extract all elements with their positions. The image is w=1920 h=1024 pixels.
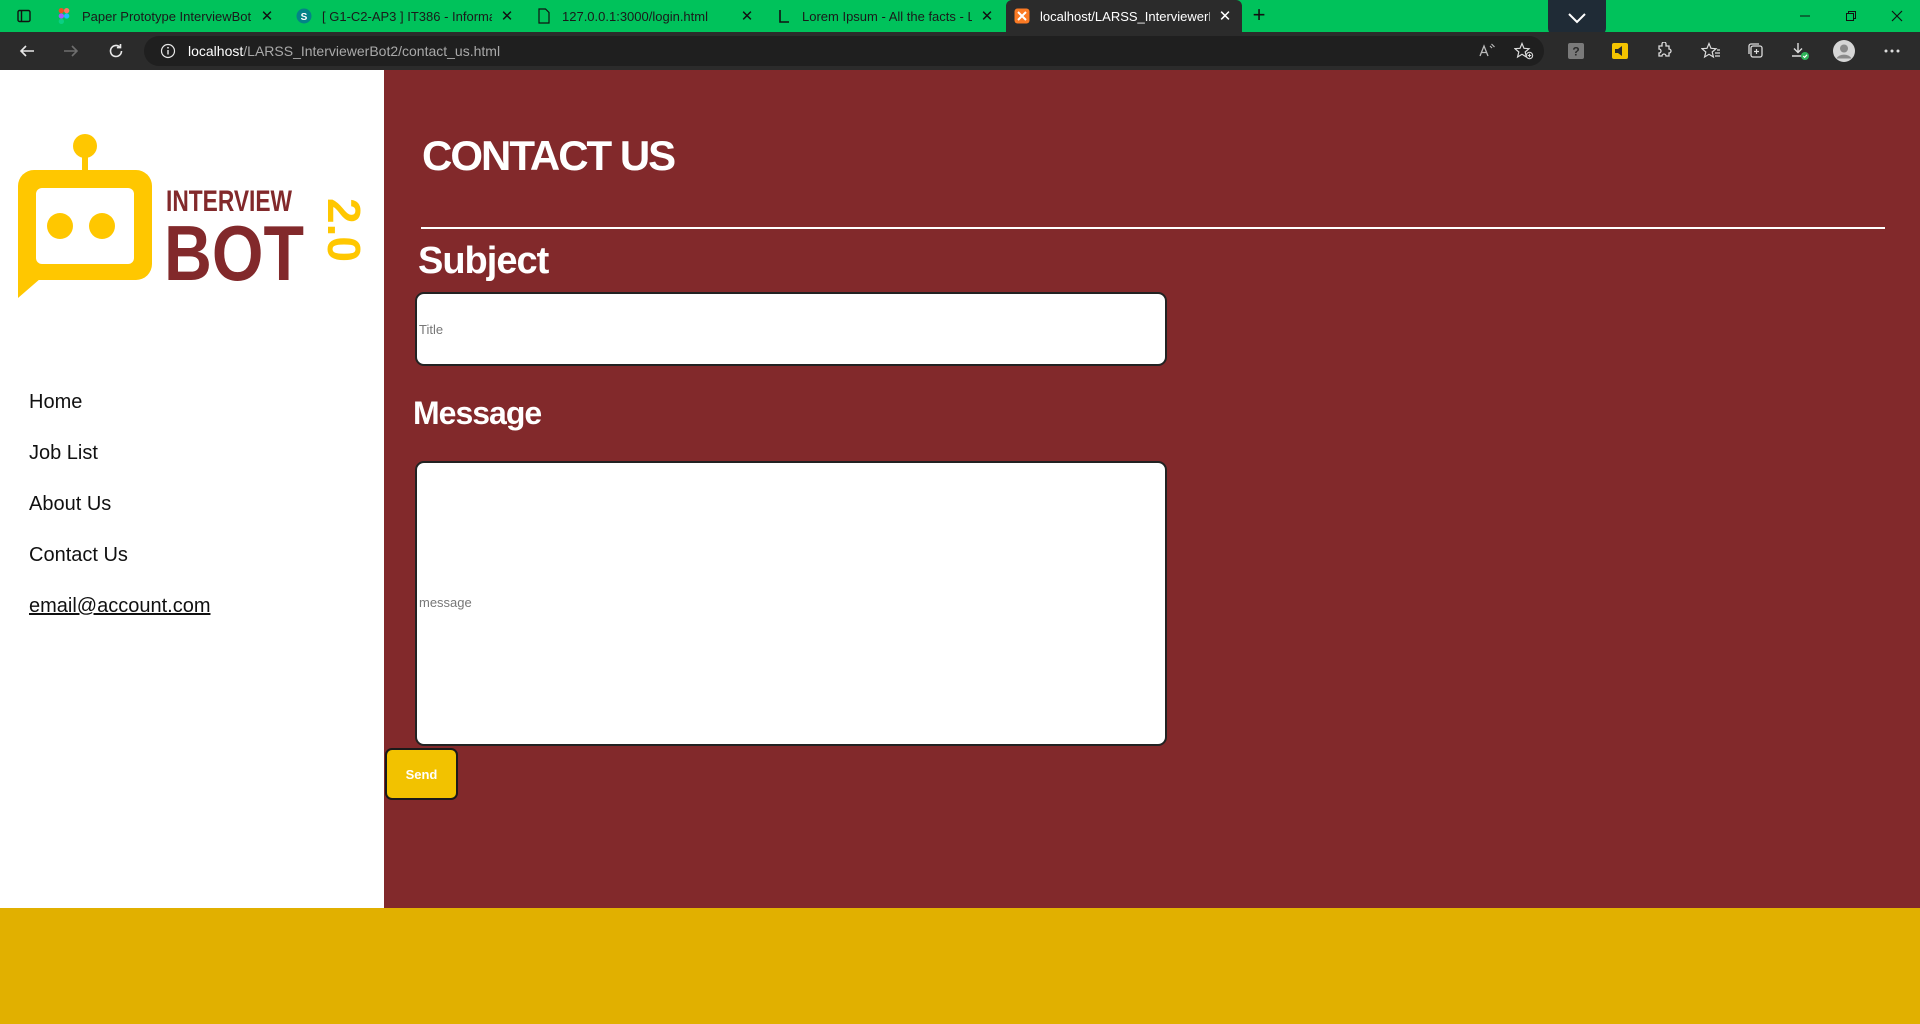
subject-label: Subject <box>418 240 549 282</box>
tab-title: Lorem Ipsum - All the facts - Lip <box>802 8 972 24</box>
browser-tab-bar: Paper Prototype InterviewBot - F ✕ S [ G… <box>0 0 1920 36</box>
tab-title: [ G1-C2-AP3 ] IT386 - Informatio <box>322 8 492 24</box>
read-aloud-icon[interactable] <box>1476 39 1500 63</box>
profile-avatar-icon[interactable] <box>1832 39 1856 63</box>
tab-actions-icon <box>17 9 31 23</box>
tab-actions-button[interactable] <box>6 0 42 32</box>
nav-link-job-list[interactable]: Job List <box>29 441 210 465</box>
tab-login[interactable]: 127.0.0.1:3000/login.html ✕ <box>528 0 764 32</box>
robot-eye-left <box>47 213 73 239</box>
tab-contact-us[interactable]: localhost/LARSS_InterviewerBot2 ✕ <box>1006 0 1242 32</box>
nav-link-home[interactable]: Home <box>29 390 210 414</box>
message-label: Message <box>413 395 542 431</box>
url-host: localhost <box>188 43 244 59</box>
close-icon <box>1891 10 1903 22</box>
restore-icon <box>1846 11 1856 21</box>
logo-version: 2.0 <box>318 198 370 262</box>
logo-word-bot: BOT <box>164 209 304 297</box>
figma-icon <box>56 8 72 24</box>
tab-close-icon[interactable]: ✕ <box>738 7 756 25</box>
svg-text:?: ? <box>1572 45 1579 59</box>
minimize-icon <box>1800 15 1810 17</box>
tab-title: localhost/LARSS_InterviewerBot2 <box>1040 8 1210 24</box>
restore-button[interactable] <box>1828 0 1874 32</box>
collections-icon[interactable] <box>1744 39 1768 63</box>
message-textarea[interactable] <box>415 461 1167 746</box>
title-divider <box>421 227 1885 229</box>
favorites-icon[interactable] <box>1699 39 1723 63</box>
tab-close-icon[interactable]: ✕ <box>498 7 516 25</box>
sidebar-nav: Home Job List About Us Contact Us email@… <box>29 390 210 645</box>
downloads-icon[interactable] <box>1788 39 1812 63</box>
forward-button[interactable] <box>56 37 86 65</box>
subject-input[interactable] <box>415 292 1167 366</box>
tab-sharepoint[interactable]: S [ G1-C2-AP3 ] IT386 - Informatio ✕ <box>288 0 524 32</box>
sidebar: INTERVIEW BOT 2.0 Home Job List About Us… <box>0 70 384 908</box>
send-button[interactable]: Send <box>385 748 458 800</box>
xampp-icon <box>1014 8 1030 24</box>
page-footer <box>0 908 1920 1024</box>
new-tab-button[interactable]: + <box>1246 4 1272 28</box>
tab-title: 127.0.0.1:3000/login.html <box>562 8 708 24</box>
tab-title: Paper Prototype InterviewBot - F <box>82 8 252 24</box>
refresh-button[interactable] <box>101 37 131 65</box>
tab-close-icon[interactable]: ✕ <box>1216 7 1234 25</box>
address-bar-input[interactable]: localhost/LARSS_InterviewerBot2/contact_… <box>144 36 1544 66</box>
minimize-button[interactable] <box>1782 0 1828 32</box>
robot-eye-right <box>89 213 115 239</box>
url-path: /LARSS_InterviewerBot2/contact_us.html <box>243 43 501 59</box>
tab-lipsum[interactable]: Lorem Ipsum - All the facts - Lip ✕ <box>768 0 1004 32</box>
back-arrow-icon <box>19 45 34 57</box>
page-title: CONTACT US <box>422 132 676 179</box>
extension-audio-icon[interactable] <box>1608 39 1632 63</box>
add-favorite-icon[interactable] <box>1512 39 1536 63</box>
sharepoint-icon: S <box>296 8 312 24</box>
page-content: INTERVIEW BOT 2.0 Home Job List About Us… <box>0 70 1920 1024</box>
tab-close-icon[interactable]: ✕ <box>258 7 276 25</box>
chevron-down-icon <box>1568 13 1586 24</box>
email-link[interactable]: email@account.com <box>29 594 210 618</box>
tab-search-dropdown-button[interactable] <box>1548 0 1606 36</box>
tab-figma[interactable]: Paper Prototype InterviewBot - F ✕ <box>48 0 284 32</box>
nav-link-contact-us[interactable]: Contact Us <box>29 543 210 567</box>
info-icon[interactable] <box>160 43 176 59</box>
interview-bot-logo: INTERVIEW BOT 2.0 <box>18 134 370 298</box>
contact-form-panel: CONTACT US Subject Message Send <box>384 70 1920 908</box>
extensions-icon[interactable] <box>1652 39 1676 63</box>
more-options-icon[interactable] <box>1880 39 1904 63</box>
extension-help-icon[interactable]: ? <box>1564 39 1588 63</box>
nav-link-about-us[interactable]: About Us <box>29 492 210 516</box>
refresh-icon <box>109 44 123 58</box>
tab-close-icon[interactable]: ✕ <box>978 7 996 25</box>
svg-text:S: S <box>301 12 308 23</box>
back-button[interactable] <box>12 37 42 65</box>
browser-toolbar: localhost/LARSS_InterviewerBot2/contact_… <box>0 32 1920 70</box>
lipsum-icon <box>776 8 792 24</box>
robot-antenna <box>73 134 97 158</box>
forward-arrow-icon <box>64 45 79 57</box>
close-window-button[interactable] <box>1874 0 1920 32</box>
file-icon <box>536 8 552 24</box>
